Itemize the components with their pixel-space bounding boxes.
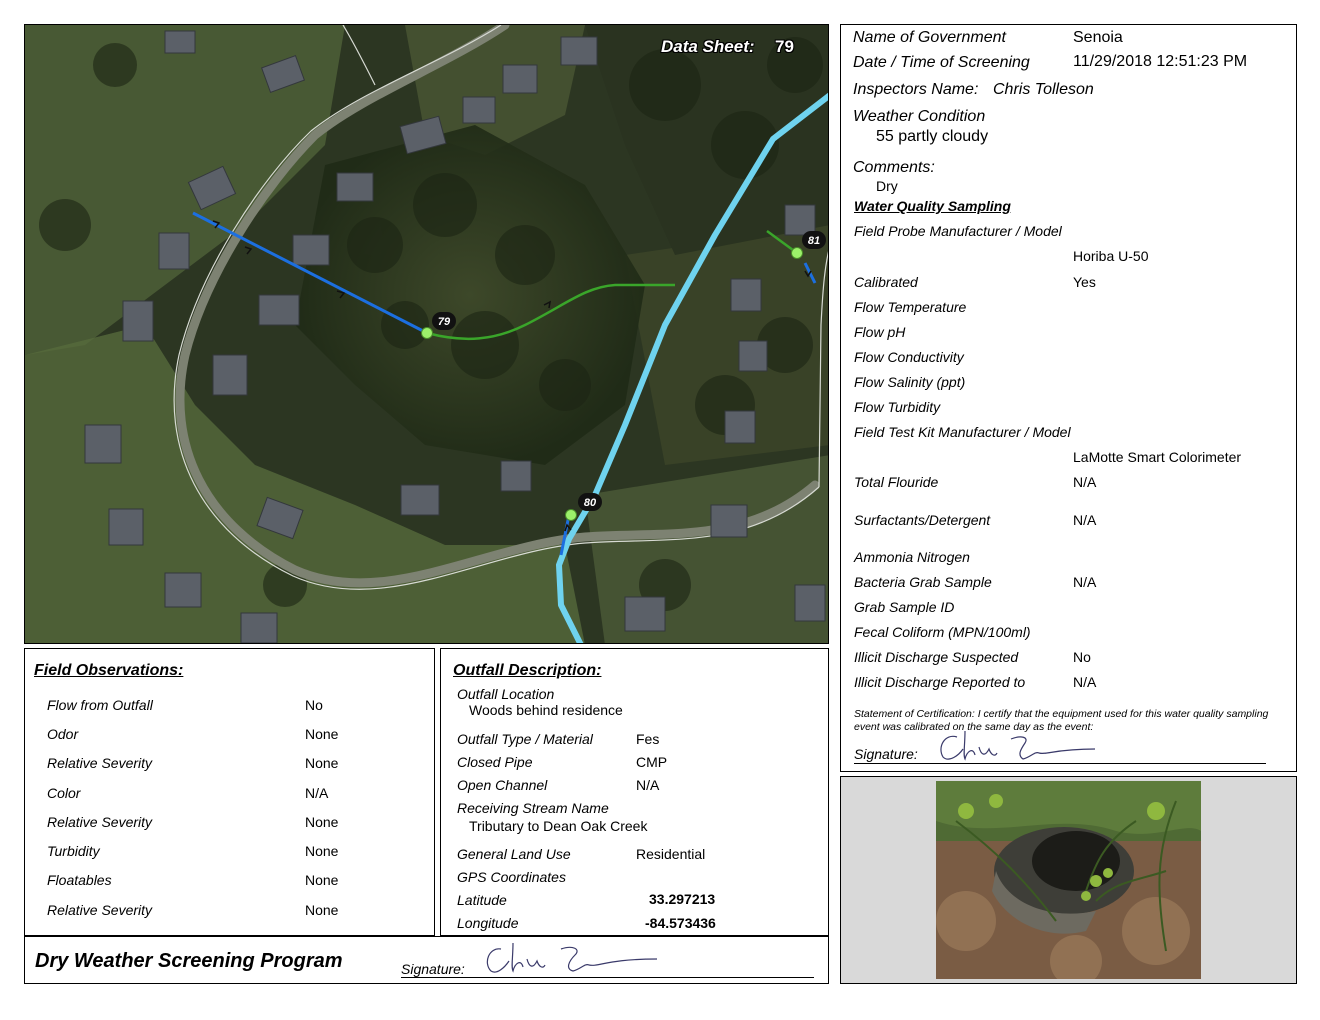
open-channel-value: N/A xyxy=(636,777,660,793)
test-kit-label: Field Test Kit Manufacturer / Model xyxy=(854,424,1071,440)
discharge-reported-label: Illicit Discharge Reported to xyxy=(854,674,1026,690)
closed-pipe-label: Closed Pipe xyxy=(457,754,533,770)
outfall-description-title: Outfall Description: xyxy=(453,662,602,679)
longitude-value: -84.573436 xyxy=(645,915,716,931)
fecal-coliform-label: Fecal Coliform (MPN/100ml) xyxy=(854,624,1031,640)
ammonia-label: Ammonia Nitrogen xyxy=(854,549,970,565)
svg-text:80: 80 xyxy=(584,497,597,509)
field-row-label: Color xyxy=(47,785,81,801)
grab-sample-label: Grab Sample ID xyxy=(854,599,955,615)
field-row-value: No xyxy=(305,697,323,713)
flow-salinity-label: Flow Salinity (ppt) xyxy=(854,374,966,390)
calibrated-label: Calibrated xyxy=(854,274,918,290)
receiving-stream-value: Tributary to Dean Oak Creek xyxy=(469,818,648,834)
site-map[interactable]: 79 80 81 Data Sheet: 79 xyxy=(24,24,829,644)
outfall-type-value: Fes xyxy=(636,731,660,747)
fluoride-label: Total Flouride xyxy=(854,474,939,490)
svg-text:79: 79 xyxy=(438,316,451,328)
marker-label-80: 80 xyxy=(578,493,602,511)
footer-bar: Dry Weather Screening Program Signature: xyxy=(24,936,829,984)
outfall-location-label: Outfall Location xyxy=(457,686,555,702)
comments-value: Dry xyxy=(876,178,898,194)
footer-signature xyxy=(486,942,658,973)
outfall-type-label: Outfall Type / Material xyxy=(457,731,593,747)
outfall-description-panel: Outfall Description: Outfall Location Wo… xyxy=(440,648,829,936)
flow-turbidity-label: Flow Turbidity xyxy=(854,399,941,415)
fluoride-value: N/A xyxy=(1073,474,1097,490)
field-row-label: Turbidity xyxy=(47,843,100,859)
latitude-label: Latitude xyxy=(457,892,507,908)
discharge-suspected-value: No xyxy=(1073,649,1091,665)
aerial-imagery: 79 80 81 xyxy=(25,25,828,643)
marker-label-79: 79 xyxy=(432,312,456,330)
certification-signature-label: Signature: xyxy=(854,746,918,762)
water-quality-title: Water Quality Sampling xyxy=(854,198,1011,214)
flow-ph-label: Flow pH xyxy=(854,324,906,340)
weather-value: 55 partly cloudy xyxy=(876,128,989,145)
government-label: Name of Government xyxy=(853,29,1006,46)
outfall-point-79[interactable] xyxy=(421,327,433,339)
government-value: Senoia xyxy=(1073,29,1123,46)
closed-pipe-value: CMP xyxy=(636,754,668,770)
field-row-value: None xyxy=(305,902,339,918)
outfall-point-81[interactable] xyxy=(791,247,803,259)
field-row-label: Relative Severity xyxy=(47,902,153,918)
date-label: Date / Time of Screening xyxy=(853,54,1030,71)
probe-value: Horiba U-50 xyxy=(1073,248,1149,264)
open-channel-label: Open Channel xyxy=(457,777,548,793)
field-row-value: None xyxy=(305,755,339,771)
weather-label: Weather Condition xyxy=(853,108,986,125)
test-kit-value: LaMotte Smart Colorimeter xyxy=(1073,449,1242,465)
latitude-value: 33.297213 xyxy=(649,891,716,907)
date-value: 11/29/2018 12:51:23 PM xyxy=(1073,53,1248,70)
field-observations-title: Field Observations: xyxy=(34,662,184,679)
field-row-value: None xyxy=(305,726,339,742)
outfall-photo[interactable] xyxy=(936,781,1201,979)
footer-signature-label: Signature: xyxy=(401,961,465,977)
surfactants-label: Surfactants/Detergent xyxy=(854,512,991,528)
bacteria-value: N/A xyxy=(1073,574,1097,590)
data-sheet-label: Data Sheet: xyxy=(661,37,755,56)
longitude-label: Longitude xyxy=(457,915,519,931)
inspectors-label: Inspectors Name: xyxy=(853,81,979,98)
outfall-point-80[interactable] xyxy=(565,509,577,521)
photo-panel xyxy=(840,776,1297,984)
field-row-value: N/A xyxy=(305,785,329,801)
field-row-value: None xyxy=(305,814,339,830)
probe-label: Field Probe Manufacturer / Model xyxy=(854,223,1062,239)
outfall-location-value: Woods behind residence xyxy=(469,702,623,718)
land-use-label: General Land Use xyxy=(457,846,571,862)
discharge-reported-value: N/A xyxy=(1073,674,1097,690)
program-title: Dry Weather Screening Program xyxy=(35,950,343,972)
certification-signature xyxy=(940,730,1096,761)
field-row-value: None xyxy=(305,843,339,859)
land-use-value: Residential xyxy=(636,846,706,862)
svg-text:81: 81 xyxy=(808,235,820,247)
field-row-label: Relative Severity xyxy=(47,814,153,830)
field-row-label: Relative Severity xyxy=(47,755,153,771)
field-row-label: Odor xyxy=(47,726,79,742)
field-row-label: Flow from Outfall xyxy=(47,697,153,713)
flow-temperature-label: Flow Temperature xyxy=(854,299,967,315)
field-row-value: None xyxy=(305,872,339,888)
comments-label: Comments: xyxy=(853,159,935,176)
inspection-info-panel: Name of Government Senoia Date / Time of… xyxy=(840,24,1297,772)
marker-label-81: 81 xyxy=(802,231,826,249)
field-observations-panel: Field Observations: Flow from Outfall No… xyxy=(24,648,435,936)
inspectors-value: Chris Tolleson xyxy=(993,81,1094,98)
data-sheet-number: 79 xyxy=(775,37,794,56)
receiving-stream-label: Receiving Stream Name xyxy=(457,800,609,816)
surfactants-value: N/A xyxy=(1073,512,1097,528)
field-row-label: Floatables xyxy=(47,872,112,888)
calibrated-value: Yes xyxy=(1073,274,1096,290)
gps-label: GPS Coordinates xyxy=(457,869,566,885)
bacteria-label: Bacteria Grab Sample xyxy=(854,574,992,590)
flow-conductivity-label: Flow Conductivity xyxy=(854,349,964,365)
discharge-suspected-label: Illicit Discharge Suspected xyxy=(854,649,1019,665)
